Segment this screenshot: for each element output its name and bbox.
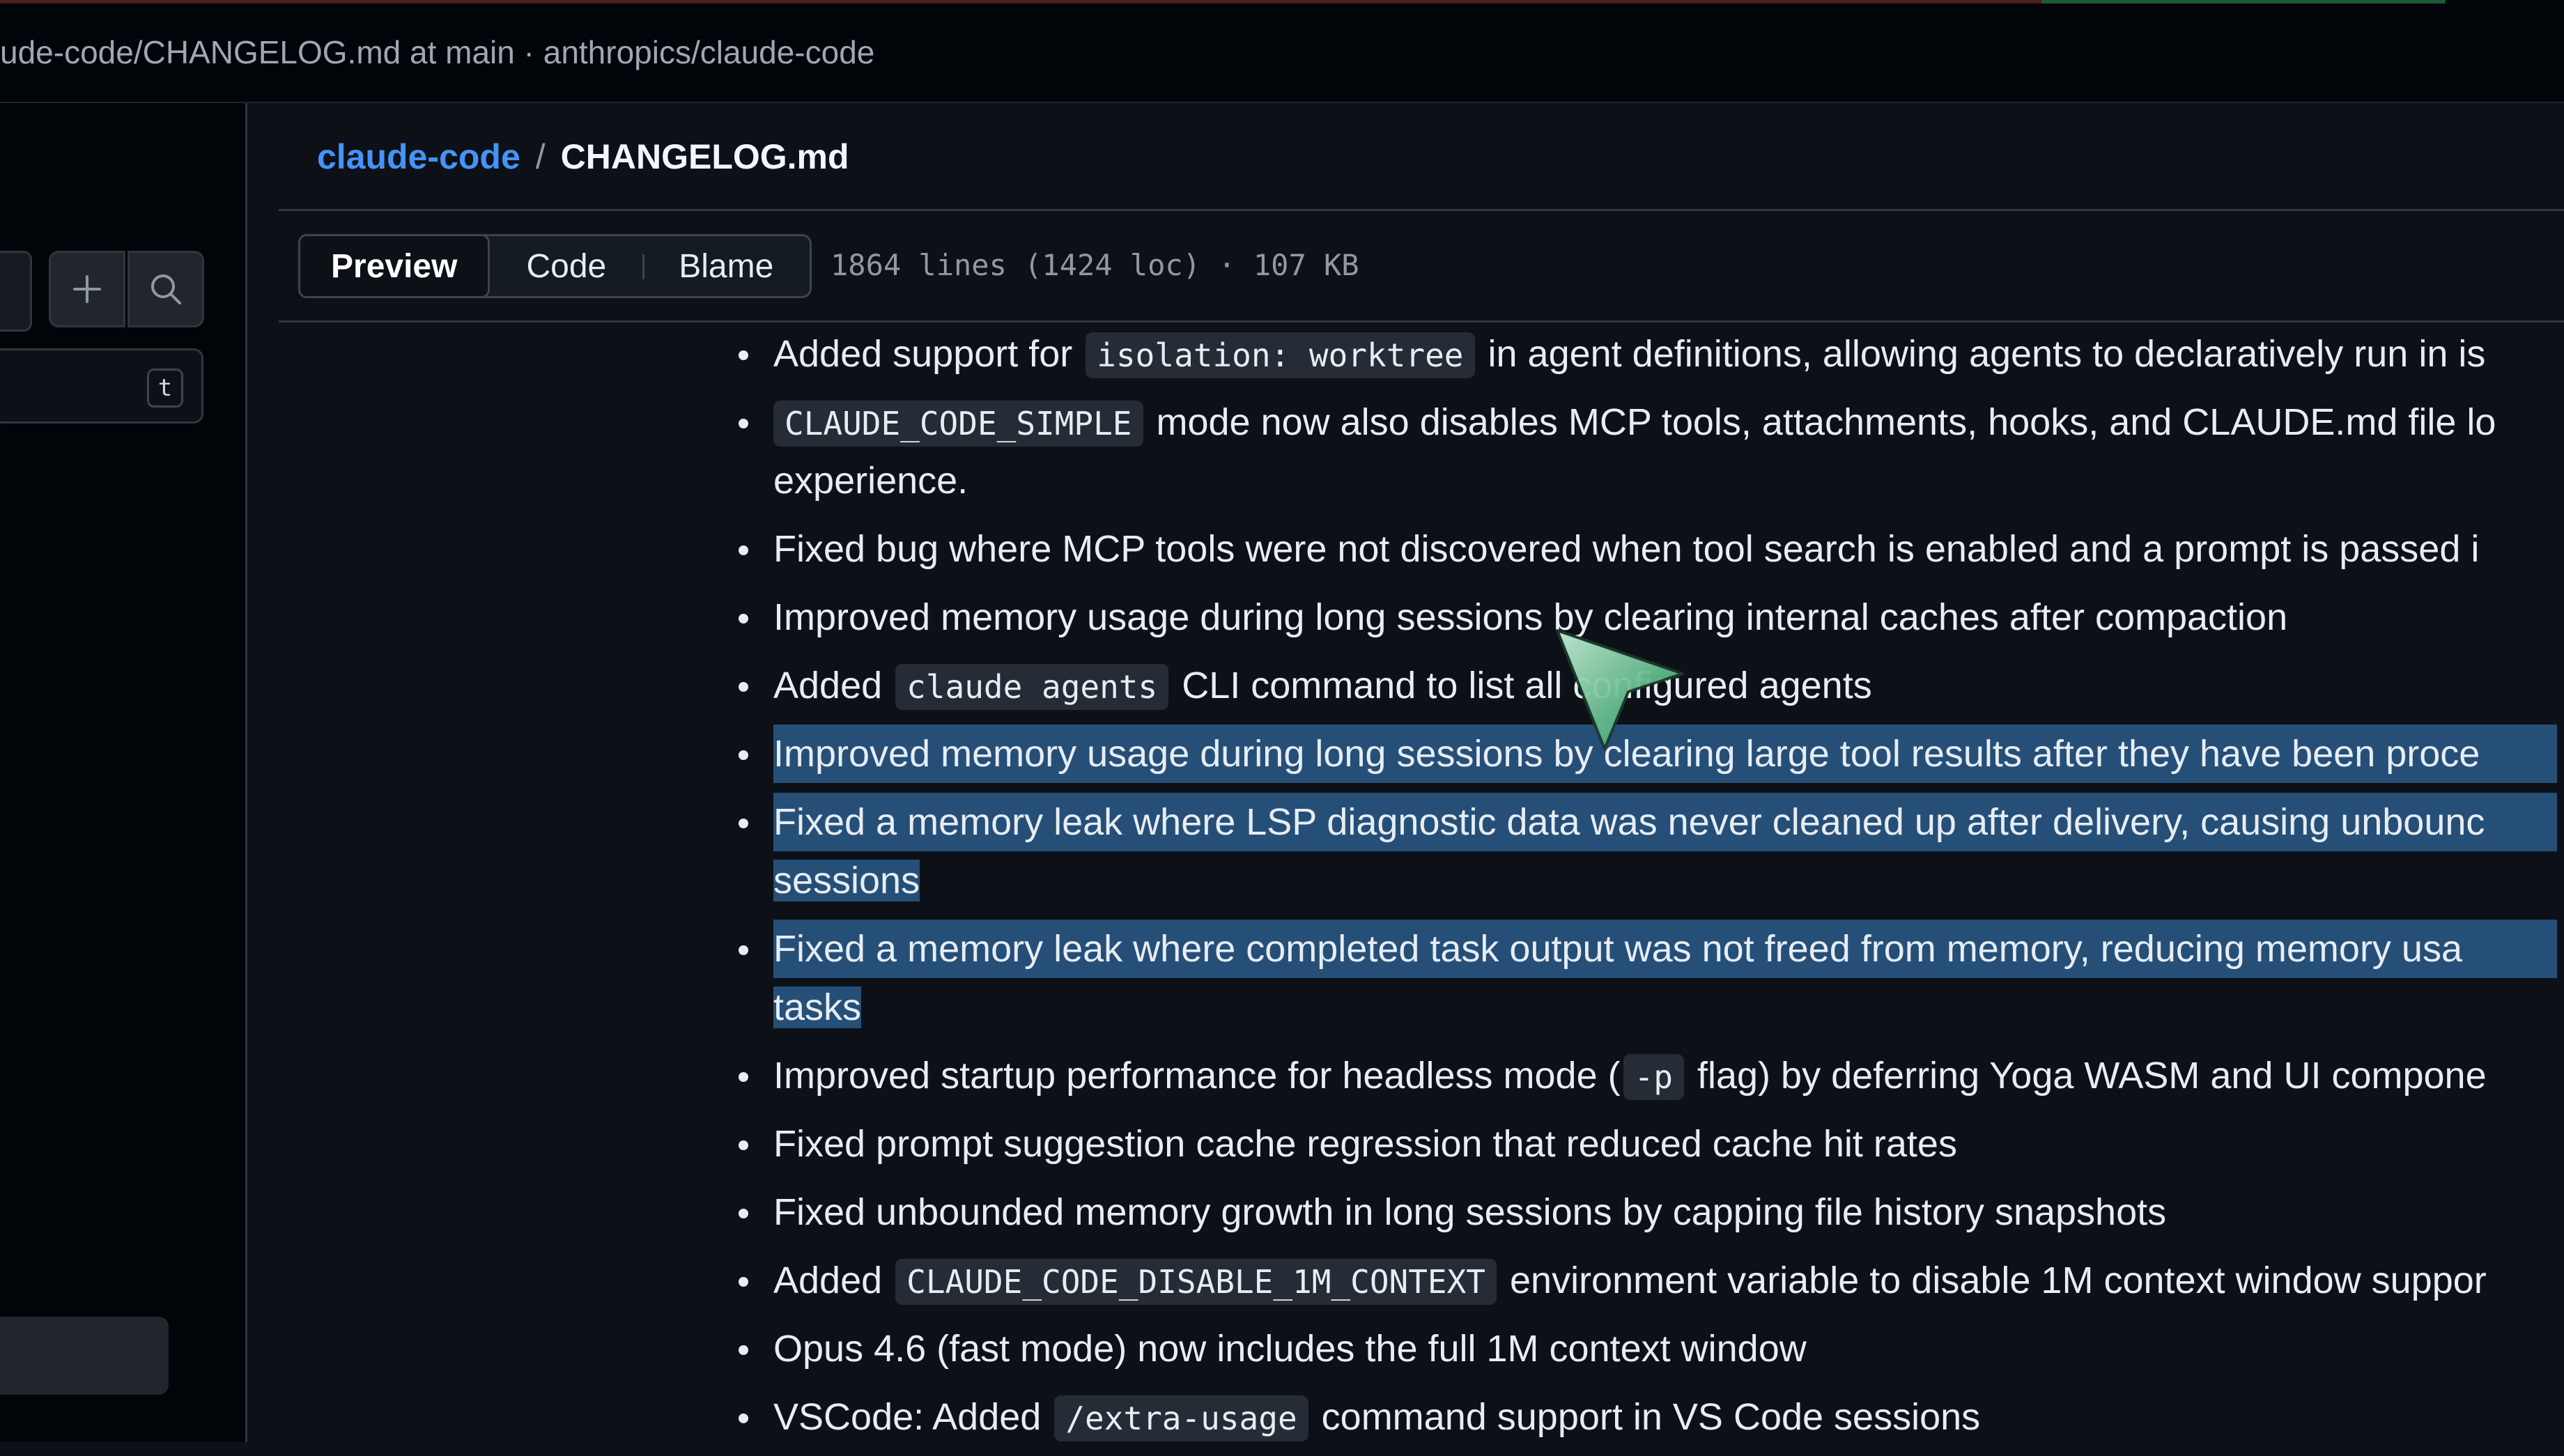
item-text: tasks [773, 986, 862, 1028]
title-bar-accent [0, 0, 2041, 3]
inline-code: CLAUDE_CODE_DISABLE_1M_CONTEXT [895, 1259, 1497, 1305]
item-text: experience. [773, 460, 968, 502]
title-bar-accent [2041, 0, 2446, 3]
branch-selector-button[interactable] [0, 251, 32, 332]
item-text: command support in VS Code sessions [1311, 1396, 1981, 1438]
content-divider [279, 320, 2564, 323]
item-text: mode now also disables MCP tools, attach… [1145, 401, 2496, 443]
list-item: Added CLAUDE_CODE_DISABLE_1M_CONTEXT env… [739, 1251, 2564, 1310]
item-text: Added [773, 1260, 893, 1301]
list-item: Added support for isolation: worktree in… [739, 325, 2564, 383]
mouse-cursor-icon [1556, 629, 1684, 750]
breadcrumb: claude-code / CHANGELOG.md [317, 137, 849, 177]
go-to-file-input[interactable]: t [0, 348, 203, 424]
item-text: VSCode: Added [773, 1396, 1052, 1438]
inline-code: isolation: worktree [1086, 332, 1475, 378]
item-text: Opus 4.6 (fast mode) now includes the fu… [773, 1328, 1807, 1370]
breadcrumb-separator: / [535, 137, 546, 176]
tab-blame[interactable]: Blame [642, 236, 810, 296]
inline-code: CLAUDE_CODE_SIMPLE [773, 401, 1143, 447]
item-text: sessions [773, 860, 920, 901]
tab-code[interactable]: Code [490, 236, 642, 296]
tab-preview[interactable]: Preview [298, 234, 491, 298]
list-item: Fixed unbounded memory growth in long se… [739, 1183, 2564, 1241]
list-item: VSCode: Added /extra-usage command suppo… [739, 1388, 2564, 1446]
header-divider [279, 209, 2564, 211]
item-text: Added support for [773, 333, 1083, 375]
browser-title-bar: ude-code/CHANGELOG.md at main · anthropi… [0, 0, 2564, 103]
list-item: Opus 4.6 (fast mode) now includes the fu… [739, 1319, 2564, 1378]
file-stats: 1864 lines (1424 loc) · 107 KB [831, 248, 1359, 282]
changelog-list: Added support for isolation: worktree in… [739, 325, 2564, 1456]
item-text: Fixed a memory leak where LSP diagnostic… [773, 793, 2557, 851]
list-item: Fixed bug where MCP tools were not disco… [739, 520, 2564, 578]
list-item-selected: Fixed a memory leak where completed task… [739, 920, 2564, 1037]
item-text: Fixed a memory leak where completed task… [773, 920, 2557, 978]
item-text: Improved startup performance for headles… [773, 1055, 1621, 1097]
window-title: ude-code/CHANGELOG.md at main · anthropi… [0, 34, 875, 70]
list-item: Fixed prompt suggestion cache regression… [739, 1115, 2564, 1173]
sidebar-bottom-panel[interactable] [0, 1317, 169, 1395]
list-item: CLAUDE_CODE_SIMPLE mode now also disable… [739, 393, 2564, 510]
file-tree-sidebar: t [0, 103, 247, 1442]
list-item-selected: Fixed a memory leak where LSP diagnostic… [739, 793, 2564, 910]
search-icon [151, 274, 181, 304]
breadcrumb-repo-link[interactable]: claude-code [317, 137, 520, 177]
item-text: Fixed prompt suggestion cache regression… [773, 1123, 1957, 1165]
item-text: Added [773, 665, 893, 706]
item-text: Fixed unbounded memory growth in long se… [773, 1191, 2167, 1233]
search-files-button[interactable] [128, 251, 204, 327]
item-text: in agent definitions, allowing agents to… [1477, 333, 2486, 375]
list-item: Improved startup performance for headles… [739, 1046, 2564, 1105]
item-text: environment variable to disable 1M conte… [1499, 1260, 2487, 1301]
inline-code: /extra-usage [1054, 1395, 1308, 1441]
view-mode-tabs: Preview Code Blame [298, 234, 812, 298]
keyboard-shortcut-badge: t [147, 369, 183, 408]
inline-code: claude agents [895, 664, 1169, 710]
item-text: flag) by deferring Yoga WASM and UI comp… [1686, 1055, 2487, 1097]
item-text: CLI command to list all configured agent… [1171, 665, 1872, 706]
breadcrumb-file-name: CHANGELOG.md [560, 137, 849, 176]
plus-icon [73, 275, 101, 303]
item-text: Fixed bug where MCP tools were not disco… [773, 528, 2480, 570]
inline-code: -p [1623, 1054, 1684, 1100]
item-text: Improved memory usage during long sessio… [773, 596, 2288, 638]
add-file-button[interactable] [49, 251, 125, 327]
